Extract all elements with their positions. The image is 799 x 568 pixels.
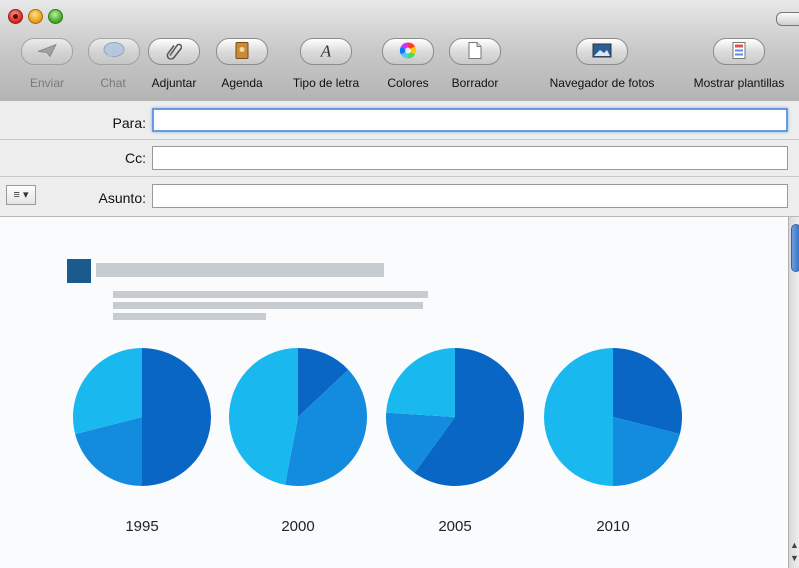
fonts-button[interactable]: A Tipo de letra [280,38,372,96]
chat-button[interactable]: Chat [88,38,140,96]
attach-label: Adjuntar [151,76,197,90]
divider [0,176,799,177]
scrollbar-thumb[interactable] [791,224,799,272]
toolbar: Enviar Chat Adjuntar Agenda A Tipo de le… [0,0,799,102]
header-fields-menu-button[interactable]: ≡ ▾ [6,185,36,205]
pie-label-1995: 1995 [125,518,158,535]
address-book-icon [235,41,249,62]
colors-button[interactable]: Colores [382,38,434,96]
svg-text:A: A [320,41,332,59]
pie-slice-1995-1 [142,348,211,486]
send-label: Enviar [29,76,64,90]
draft-page-icon [468,41,482,62]
photo-browser-label: Navegador de fotos [549,76,655,90]
zoom-window-button[interactable] [48,9,63,24]
toolbar-toggle-button[interactable] [776,12,799,26]
templates-label: Mostrar plantillas [693,76,785,90]
speech-bubble-icon [103,41,125,62]
templates-button[interactable]: Mostrar plantillas [679,38,799,96]
divider [0,139,799,140]
scroll-up-arrow[interactable]: ▲ [790,540,799,550]
cc-field[interactable] [152,146,788,170]
template-icon [732,41,746,62]
chat-label: Chat [100,76,126,90]
paperclip-icon [166,41,183,62]
pie-slice-2010-3 [544,348,613,486]
attach-button[interactable]: Adjuntar [145,38,203,96]
photo-icon [592,43,612,61]
to-label: Para: [112,115,146,131]
colors-label: Colores [387,76,429,90]
minimize-window-button[interactable] [28,9,43,24]
subject-field[interactable] [152,184,788,208]
pie-label-2005: 2005 [438,518,471,535]
photo-browser-button[interactable]: Navegador de fotos [532,38,672,96]
pie-label-2010: 2010 [596,518,629,535]
addressbook-label: Agenda [221,76,263,90]
color-wheel-icon [399,41,417,62]
to-field[interactable] [152,108,788,132]
paper-plane-icon [37,43,57,60]
pie-slice-2000-3 [228,348,298,485]
subject-label: Asunto: [98,190,146,206]
scroll-down-arrow[interactable]: ▼ [790,553,799,563]
pie-charts: 1995 2000 2005 2010 [73,348,682,535]
send-button[interactable]: Enviar [21,38,73,96]
pie-label-2000: 2000 [281,518,314,535]
font-a-icon: A [317,41,335,62]
pie-slice-2005-3 [386,348,455,417]
close-window-button[interactable] [8,9,23,24]
cc-label: Cc: [125,150,146,166]
addressbook-button[interactable]: Agenda [214,38,270,96]
drafts-button[interactable]: Borrador [444,38,506,96]
drafts-label: Borrador [451,76,499,90]
fonts-label: Tipo de letra [292,76,360,90]
